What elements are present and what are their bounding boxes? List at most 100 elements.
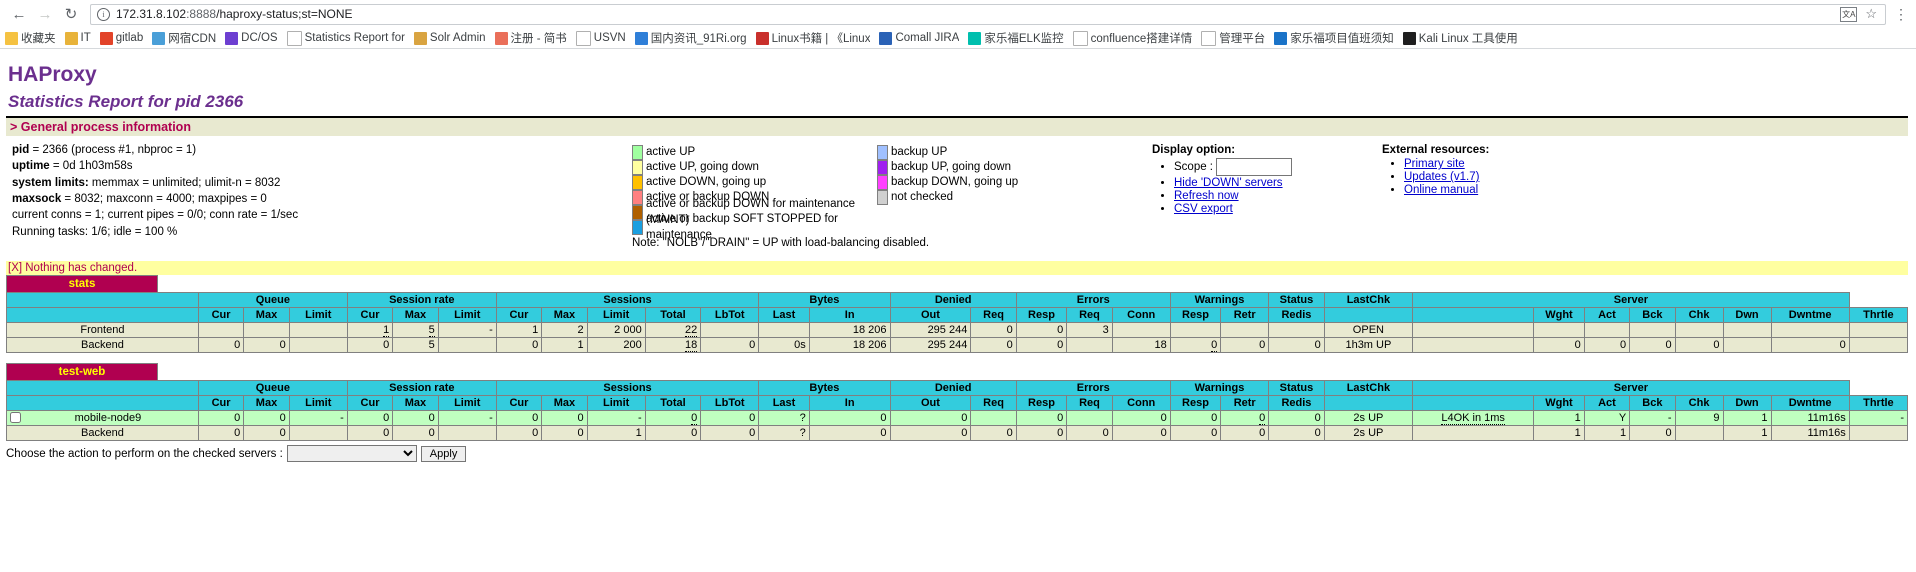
scope-label: Scope : xyxy=(1174,161,1213,174)
cell-value: 295 244 xyxy=(927,339,968,352)
scope-input[interactable] xyxy=(1216,158,1293,176)
column-group-header: Sessions xyxy=(495,380,760,397)
hide-down-servers-link[interactable]: Hide 'DOWN' servers xyxy=(1174,177,1283,189)
bookmark-label: 管理平台 xyxy=(1219,33,1266,45)
primary-site-link[interactable]: Primary site xyxy=(1404,158,1465,170)
data-cell: 1 xyxy=(1533,410,1585,427)
data-cell: 0 xyxy=(1111,425,1171,442)
data-cell xyxy=(1583,322,1631,339)
column-group-header: Denied xyxy=(889,380,1017,397)
bookmark-label: Kali Linux 工具使用 xyxy=(1418,33,1518,45)
cell-value: 5 xyxy=(428,324,435,337)
process-info-key: system limits: xyxy=(12,176,89,189)
data-cell xyxy=(1533,322,1585,339)
external-resources-title: External resources: xyxy=(1382,144,1490,156)
data-cell: - xyxy=(1848,410,1909,427)
online-manual-link[interactable]: Online manual xyxy=(1404,184,1478,196)
cell-value: 0 xyxy=(1314,339,1321,352)
column-group-header: Server xyxy=(1412,380,1850,397)
cell-value: 0 xyxy=(1211,427,1218,440)
column-group-header: Errors xyxy=(1015,380,1171,397)
bookmark-item[interactable]: Comall JIRA xyxy=(879,31,959,45)
data-cell: Y xyxy=(1583,410,1631,427)
data-cell: 2 000 xyxy=(586,322,646,339)
bookmark-label: 收藏夹 xyxy=(21,33,56,45)
table-column-header-row: Cur Max Limit Cur Max Limit Cur Max Limit Total Lb… xyxy=(6,395,1909,412)
column-header: Conn xyxy=(1111,395,1171,412)
bookmark-star-icon[interactable]: ☆ xyxy=(1865,6,1877,22)
csv-export-link[interactable]: CSV export xyxy=(1174,203,1233,215)
csv-export-item[interactable]: CSV export xyxy=(1174,203,1382,215)
data-cell: 18 xyxy=(644,337,702,354)
lastchk-link[interactable]: L4OK in 1ms xyxy=(1441,412,1505,425)
process-info-line: pid = 2366 (process #1, nbproc = 1) xyxy=(12,144,197,156)
action-select[interactable] xyxy=(286,445,417,463)
bookmark-item[interactable]: Solr Admin xyxy=(413,31,486,45)
data-cell xyxy=(437,337,497,354)
translate-icon[interactable]: 文A xyxy=(1840,6,1858,22)
online-manual-item[interactable]: Online manual xyxy=(1404,184,1562,196)
bookmark-item[interactable]: 管理平台 xyxy=(1201,30,1265,46)
cell-value: 0 xyxy=(1713,339,1720,352)
data-cell: 0 xyxy=(1268,410,1325,427)
bookmark-item[interactable]: gitlab xyxy=(99,31,144,45)
bookmark-item[interactable]: Kali Linux 工具使用 xyxy=(1402,30,1518,46)
bookmark-item[interactable]: 网宿CDN xyxy=(152,30,216,46)
data-cell: 0 xyxy=(495,337,543,354)
address-bar[interactable]: i 172.31.8.102:8888/haproxy-status;st=NO… xyxy=(90,3,1886,25)
bookmark-item[interactable]: 国内资讯_91Ri.org xyxy=(634,30,747,46)
external-resources-list: Primary site Updates (v1.7) Online manua… xyxy=(1382,158,1562,196)
bookmark-favicon-icon xyxy=(1072,30,1088,46)
action-label: Choose the action to perform on the chec… xyxy=(6,447,283,460)
column-header: Chk xyxy=(1674,307,1724,324)
primary-site-item[interactable]: Primary site xyxy=(1404,158,1562,170)
data-cell xyxy=(1848,322,1909,339)
data-cell: 0 xyxy=(1015,322,1068,339)
bookmark-item[interactable]: Linux书籍 | 《Linux xyxy=(755,30,870,46)
data-cell xyxy=(437,425,497,442)
column-group-header: LastChk xyxy=(1323,292,1414,309)
data-cell: 2 xyxy=(541,322,588,339)
cell-value: 0 xyxy=(1620,339,1627,352)
row-name-label: Backend xyxy=(81,339,124,352)
bookmark-item[interactable]: 收藏夹 xyxy=(5,30,56,46)
bookmark-label: gitlab xyxy=(115,32,144,44)
data-cell xyxy=(1722,337,1772,354)
updates-item[interactable]: Updates (v1.7) xyxy=(1404,171,1562,183)
bookmark-item[interactable]: 注册 - 简书 xyxy=(494,30,567,46)
cell-value: - xyxy=(638,412,642,425)
refresh-now-link[interactable]: Refresh now xyxy=(1174,190,1239,202)
lastchk-cell[interactable]: L4OK in 1ms xyxy=(1412,410,1535,427)
hide-down-servers-item[interactable]: Hide 'DOWN' servers xyxy=(1174,177,1382,189)
bookmark-item[interactable]: USVN xyxy=(575,30,626,46)
row-select-checkbox[interactable] xyxy=(10,412,21,424)
browser-menu-icon[interactable]: ⋮ xyxy=(1892,6,1910,23)
bookmark-item[interactable]: DC/OS xyxy=(225,31,278,45)
apply-button[interactable]: Apply xyxy=(420,445,467,462)
bookmark-item[interactable]: confluence搭建详情 xyxy=(1072,30,1192,46)
column-header: LbTot xyxy=(700,395,760,412)
bookmark-item[interactable]: IT xyxy=(64,31,91,45)
cell-value: 0 xyxy=(1314,427,1321,440)
column-header: Bck xyxy=(1629,307,1676,324)
data-cell: 0 xyxy=(889,425,972,442)
bookmark-item[interactable]: 家乐福项目值班须知 xyxy=(1274,30,1394,46)
data-cell: 1 xyxy=(495,322,543,339)
legend-color-swatch xyxy=(877,145,888,160)
reload-icon[interactable]: ↻ xyxy=(58,1,84,27)
cell-value: 0s xyxy=(794,339,806,352)
cell-value: 0 xyxy=(577,427,584,440)
legend-item: active UP xyxy=(632,145,877,160)
bookmark-favicon-icon xyxy=(1201,30,1217,46)
data-cell: 0 xyxy=(346,425,394,442)
forward-arrow-icon[interactable]: → xyxy=(32,1,58,27)
site-info-icon[interactable]: i xyxy=(97,7,110,21)
updates-link[interactable]: Updates (v1.7) xyxy=(1404,171,1479,183)
back-arrow-icon[interactable]: ← xyxy=(6,1,32,27)
legend-item: backup UP xyxy=(877,145,1018,160)
refresh-now-item[interactable]: Refresh now xyxy=(1174,190,1382,202)
bookmark-item[interactable]: 家乐福ELK监控 xyxy=(968,30,1064,46)
cell-value: 0 xyxy=(880,427,887,440)
bookmark-item[interactable]: Statistics Report for xyxy=(286,30,405,46)
data-cell xyxy=(1848,337,1909,354)
